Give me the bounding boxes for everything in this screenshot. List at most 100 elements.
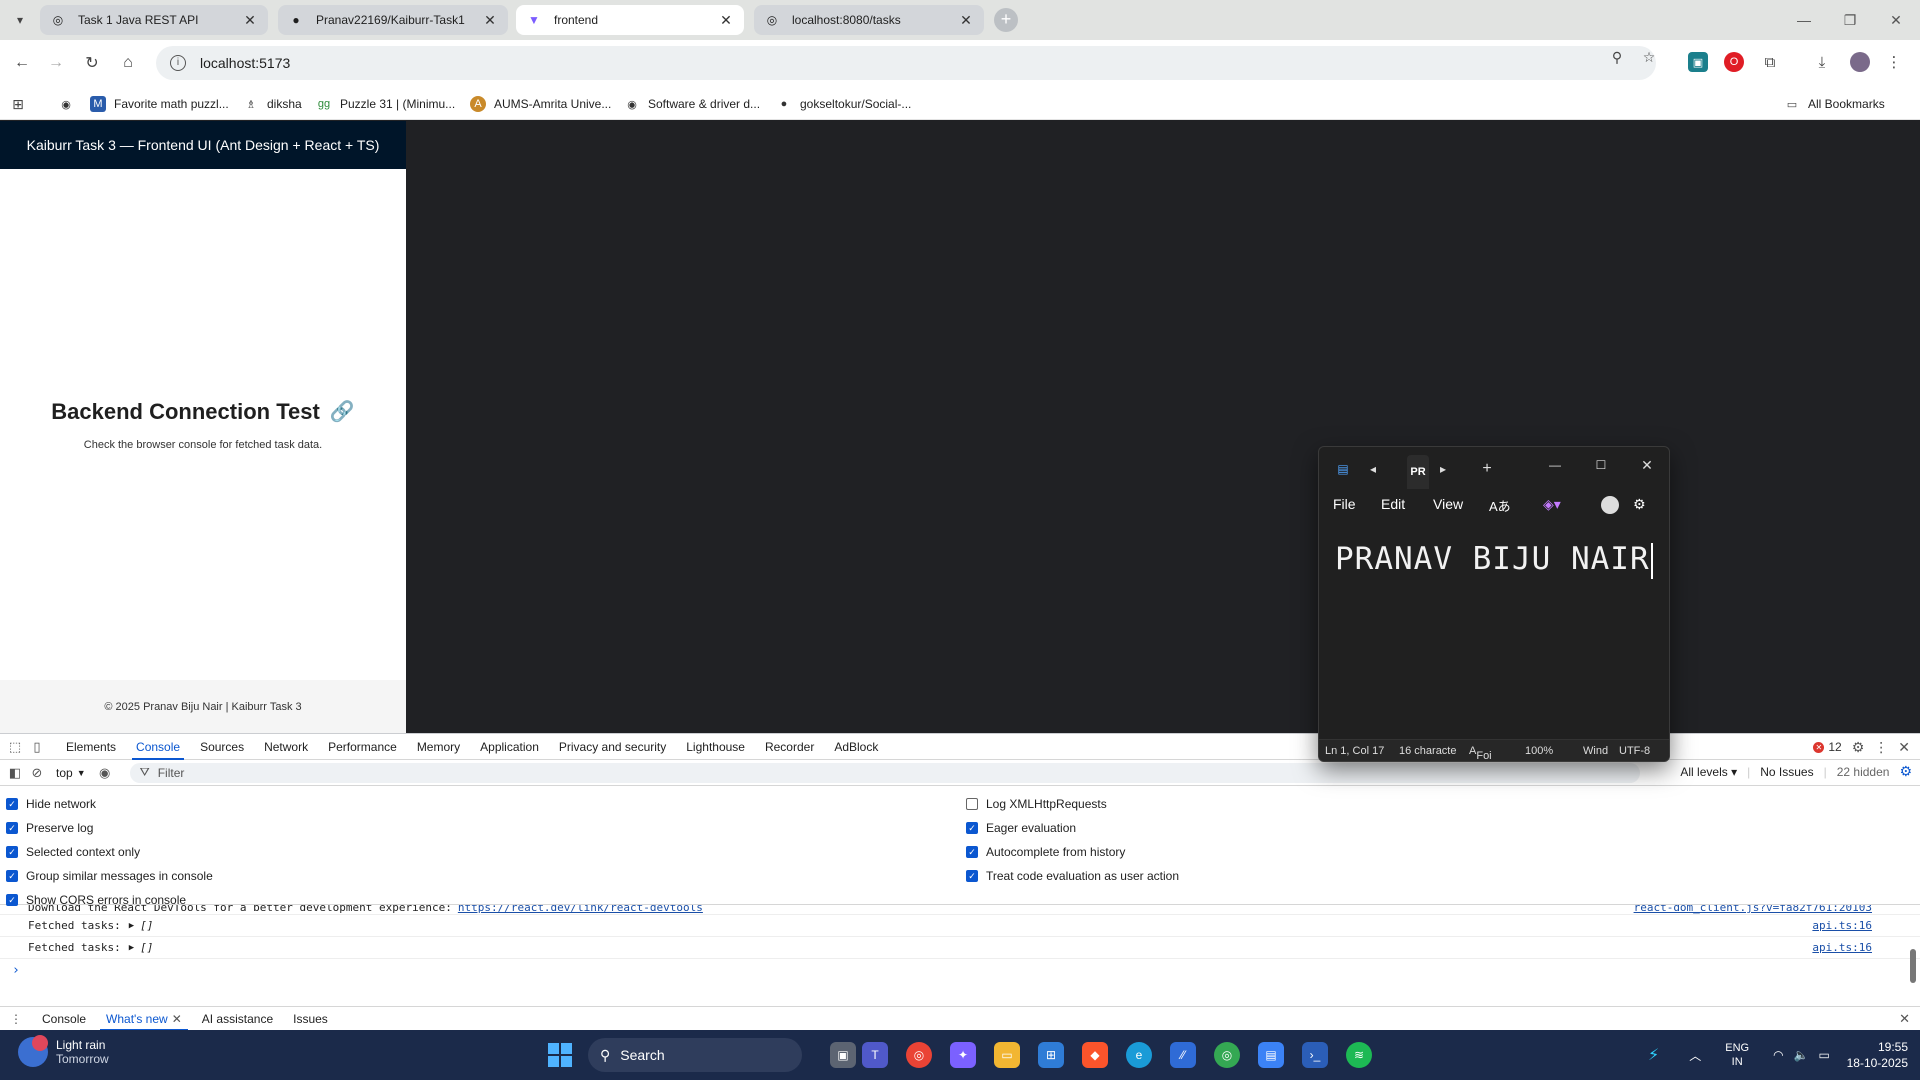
close-icon[interactable]: ✕: [172, 1012, 182, 1026]
weather-widget[interactable]: Light rain Tomorrow: [18, 1035, 109, 1067]
devtools-tab-network[interactable]: Network: [254, 734, 318, 760]
new-tab-plus-icon[interactable]: +: [1477, 459, 1497, 479]
bookmark-star-icon[interactable]: ☆: [1640, 49, 1658, 67]
group-similar-checkbox[interactable]: ✓ Group similar messages in console: [6, 864, 213, 888]
new-tab-button[interactable]: +: [994, 8, 1018, 32]
account-avatar-icon[interactable]: [1601, 496, 1619, 514]
browser-tab-github[interactable]: ● Pranav22169/Kaiburr-Task1 ✕: [278, 5, 508, 35]
devtools-tab-adblock[interactable]: AdBlock: [824, 734, 888, 760]
kebab-menu-icon[interactable]: ⋮: [1884, 52, 1904, 72]
wifi-icon[interactable]: ◠: [1773, 1048, 1783, 1062]
restore-icon[interactable]: ❐: [1830, 6, 1870, 34]
log-levels-dropdown[interactable]: All levels ▾: [1680, 765, 1737, 779]
issues-link[interactable]: No Issues: [1760, 765, 1813, 779]
devtools-tab-elements[interactable]: Elements: [56, 734, 126, 760]
preserve-log-checkbox[interactable]: ✓ Preserve log: [6, 816, 213, 840]
devtools-tab-recorder[interactable]: Recorder: [755, 734, 824, 760]
hide-network-checkbox[interactable]: ✓ Hide network: [6, 792, 213, 816]
drawer-tab-ai-assistance[interactable]: AI assistance: [192, 1007, 283, 1031]
forward-arrow-icon[interactable]: →: [44, 51, 68, 75]
opera-extension-icon[interactable]: O: [1724, 52, 1744, 72]
devtools-tab-sources[interactable]: Sources: [190, 734, 254, 760]
log-xhr-checkbox[interactable]: Log XMLHttpRequests: [966, 792, 1179, 816]
devtools-settings-gear-icon[interactable]: ⚙: [1852, 739, 1865, 756]
devtools-more-icon[interactable]: ⋮: [1874, 739, 1888, 756]
drawer-menu-icon[interactable]: ⋮: [0, 1007, 32, 1031]
browser-tab-localhost-tasks[interactable]: ◎ localhost:8080/tasks ✕: [754, 5, 984, 35]
text-format-icon[interactable]: Aあ: [1489, 496, 1511, 515]
console-source-link[interactable]: api.ts:16: [1812, 941, 1872, 954]
all-bookmarks-button[interactable]: ▭ All Bookmarks: [1784, 94, 1885, 114]
inspect-element-icon[interactable]: ⬚: [4, 736, 26, 758]
chrome-icon[interactable]: ◎: [906, 1042, 932, 1068]
device-toolbar-icon[interactable]: ▯: [26, 736, 48, 758]
zoom-icon[interactable]: ⚲: [1608, 49, 1626, 67]
settings-gear-icon[interactable]: ⚙: [1633, 496, 1646, 513]
drawer-close-icon[interactable]: ✕: [1899, 1011, 1910, 1027]
bookmark-item[interactable]: ♗ diksha: [243, 94, 302, 114]
notepad-taskbar-icon[interactable]: ▤: [1258, 1042, 1284, 1068]
drawer-tab-issues[interactable]: Issues: [283, 1007, 338, 1031]
devtools-tab-application[interactable]: Application: [470, 734, 549, 760]
console-source-link[interactable]: api.ts:16: [1812, 919, 1872, 932]
sidebar-toggle-icon[interactable]: ◧: [4, 762, 26, 784]
devtools-tab-lighthouse[interactable]: Lighthouse: [676, 734, 755, 760]
bookmark-item[interactable]: A AUMS-Amrita Unive...: [470, 94, 611, 114]
clear-console-icon[interactable]: ⊘: [26, 762, 48, 784]
volume-icon[interactable]: 🔈: [1794, 1048, 1809, 1062]
microsoft-store-icon[interactable]: ⊞: [1038, 1042, 1064, 1068]
expand-triangle-icon[interactable]: ▶: [129, 921, 134, 931]
react-devtools-link[interactable]: https://react.dev/link/react-devtools: [458, 905, 703, 914]
reload-icon[interactable]: ↻: [80, 51, 104, 75]
devtools-tab-console[interactable]: Console: [126, 734, 190, 760]
minimize-icon[interactable]: —: [1545, 455, 1565, 475]
selected-context-checkbox[interactable]: ✓ Selected context only: [6, 840, 213, 864]
devtools-tab-memory[interactable]: Memory: [407, 734, 470, 760]
devtools-tab-privacy[interactable]: Privacy and security: [549, 734, 676, 760]
file-explorer-icon[interactable]: ▭: [994, 1042, 1020, 1068]
scrollbar-thumb[interactable]: [1910, 949, 1916, 983]
line-ending[interactable]: Wind: [1583, 745, 1608, 757]
close-icon[interactable]: ✕: [718, 12, 734, 29]
console-prompt-input[interactable]: ›: [0, 959, 1920, 981]
bookmark-item[interactable]: M Favorite math puzzl...: [90, 94, 229, 114]
brave-icon[interactable]: ◆: [1082, 1042, 1108, 1068]
live-expression-eye-icon[interactable]: ◉: [94, 762, 116, 784]
encoding[interactable]: UTF-8: [1619, 745, 1650, 757]
tab-scroll-right-icon[interactable]: ▸: [1433, 459, 1453, 479]
site-info-icon[interactable]: i: [170, 55, 186, 71]
font-indicator[interactable]: A Foi: [1469, 745, 1492, 761]
bookmark-item[interactable]: ● gokseltokur/Social-...: [776, 94, 912, 114]
maximize-icon[interactable]: ☐: [1591, 455, 1611, 475]
tab-search-chevron-icon[interactable]: ▾: [8, 8, 32, 32]
back-arrow-icon[interactable]: ←: [10, 51, 34, 75]
battery-icon[interactable]: ▭: [1819, 1048, 1830, 1062]
tab-scroll-left-icon[interactable]: ◂: [1363, 459, 1383, 479]
chevron-up-icon[interactable]: ︿: [1689, 1047, 1701, 1064]
drawer-tab-console[interactable]: Console: [32, 1007, 96, 1031]
windows-start-icon[interactable]: [548, 1043, 572, 1067]
close-window-icon[interactable]: ✕: [1876, 6, 1916, 34]
autocomplete-history-checkbox[interactable]: ✓ Autocomplete from history: [966, 840, 1179, 864]
apps-grid-icon[interactable]: ⊞: [10, 94, 34, 114]
bookmark-item[interactable]: ◉: [58, 94, 82, 114]
expand-triangle-icon[interactable]: ▶: [129, 943, 134, 953]
menu-edit[interactable]: Edit: [1381, 496, 1405, 512]
error-count-badge[interactable]: ✕ 12: [1813, 740, 1842, 754]
notepad-text-area[interactable]: PRANAV BIJU NAIR: [1319, 521, 1669, 739]
language-indicator[interactable]: ENG IN: [1725, 1041, 1749, 1069]
extensions-puzzle-icon[interactable]: ⧉: [1760, 52, 1780, 72]
eager-evaluation-checkbox[interactable]: ✓ Eager evaluation: [966, 816, 1179, 840]
bookmark-item[interactable]: ◉ Software & driver d...: [624, 94, 760, 114]
devtools-tab-performance[interactable]: Performance: [318, 734, 407, 760]
powershell-icon[interactable]: ›_: [1302, 1042, 1328, 1068]
notepad-tab[interactable]: PR: [1407, 455, 1429, 489]
task-view-icon[interactable]: ▣: [830, 1042, 856, 1068]
browser-tab-task1[interactable]: ◎ Task 1 Java REST API ✕: [40, 5, 268, 35]
teams-icon[interactable]: T: [862, 1042, 888, 1068]
minimize-icon[interactable]: —: [1784, 6, 1824, 34]
context-select[interactable]: top ▼: [56, 766, 86, 780]
home-icon[interactable]: ⌂: [116, 51, 140, 75]
browser-tab-frontend[interactable]: ▼ frontend ✕: [516, 5, 744, 35]
zoom-level[interactable]: 100%: [1525, 745, 1553, 757]
